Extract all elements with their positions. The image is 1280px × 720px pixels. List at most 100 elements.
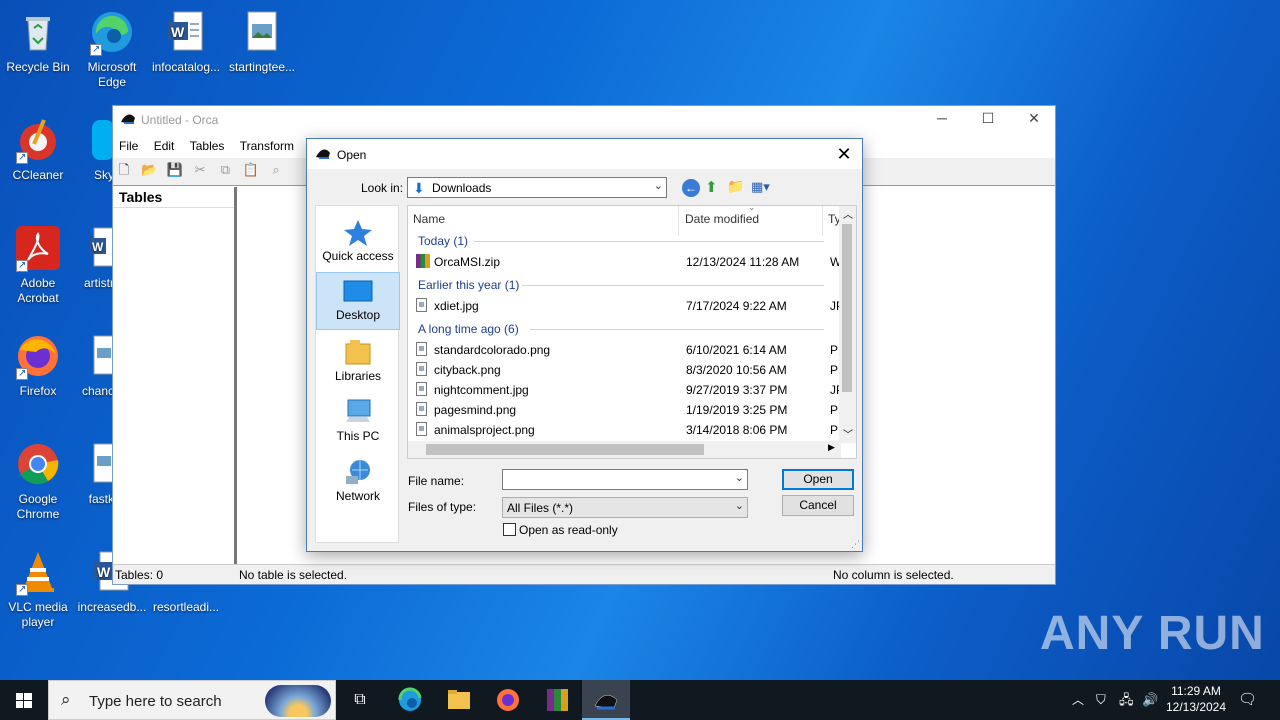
cancel-button[interactable]: Cancel [782,495,854,516]
scroll-right-icon[interactable]: ▶ [828,442,835,453]
open-folder-icon[interactable]: 📂 [138,162,160,184]
new-file-icon[interactable]: 🗋 [113,161,135,183]
desktop-icon-sky[interactable]: Sky [74,116,114,183]
scroll-up-icon[interactable]: ︿ [843,206,853,221]
desktop-icon-label: CCleaner [12,168,64,182]
group-header-long-time-ago[interactable]: A long time ago (6) [418,322,824,336]
taskbar-edge[interactable] [386,680,434,720]
desktop-icon-edge[interactable]: Microsoft Edge [74,8,150,90]
place-network[interactable]: Network [316,454,400,512]
new-folder-icon[interactable]: 📁 [727,178,744,195]
taskbar-firefox[interactable] [484,680,532,720]
find-icon[interactable]: ⌕ [265,162,287,184]
file-date: 7/17/2024 9:22 AM [686,299,787,313]
menu-file[interactable]: File [113,136,144,156]
network-icon[interactable]: 🖧 [1119,680,1134,720]
desktop-icon-infocatalog[interactable]: W infocatalog... [148,8,224,75]
resize-grip-icon[interactable]: ⋰ [851,539,860,550]
orca-window-title: Untitled - Orca [141,113,219,127]
desktop-icon-vlc[interactable]: VLC media player [0,548,76,630]
horizontal-scrollbar[interactable]: ▶ [408,441,841,458]
desktop-icon-label: Sky [93,168,114,182]
group-header-today[interactable]: Today (1) [418,234,824,248]
menu-transform[interactable]: Transform [234,136,300,156]
desktop-icon-label: Adobe Acrobat [17,276,59,305]
file-row[interactable]: OrcaMSI.zip 12/13/2024 11:28 AM W [414,252,841,272]
desktop-icon-recycle-bin[interactable]: Recycle Bin [0,8,76,75]
shortcut-arrow-icon [16,258,28,273]
file-row[interactable]: pagesmind.png 1/19/2019 3:25 PM PN [414,400,847,420]
vertical-scrollbar[interactable]: ︿ ﹀ [839,206,856,443]
desktop-icon-firefox[interactable]: Firefox [0,332,76,399]
group-header-earlier-this-year[interactable]: Earlier this year (1) [418,278,824,292]
volume-icon[interactable]: 🔊 [1142,680,1158,720]
file-list[interactable]: Name Date modified ⌄ Ty Today (1) OrcaMS… [407,205,857,459]
desktop-icon-chanc[interactable]: chanc [74,332,115,399]
view-menu-icon[interactable]: ▦▾ [751,179,770,195]
file-row[interactable]: standardcolorado.png 6/10/2021 6:14 AM P… [414,340,847,360]
place-libraries[interactable]: Libraries [316,334,400,392]
open-button[interactable]: Open [782,469,854,490]
start-button[interactable] [0,680,48,720]
read-only-checkbox[interactable] [503,523,516,536]
taskbar-orca[interactable] [582,680,630,720]
file-name-input[interactable]: ⌄ [502,469,748,490]
save-icon[interactable]: 💾 [164,162,186,184]
back-icon[interactable]: ← [682,179,700,197]
menu-edit[interactable]: Edit [148,136,181,156]
file-row[interactable]: animalsproject.png 3/14/2018 8:06 PM PN [414,420,847,440]
scroll-thumb[interactable] [842,224,852,392]
cut-icon[interactable]: ✂ [189,162,211,184]
chevron-down-icon: ⌄ [653,180,663,192]
look-in-dropdown[interactable]: ⬇ Downloads ⌄ [407,177,667,198]
read-only-label[interactable]: Open as read-only [519,523,618,537]
shortcut-arrow-icon [16,582,28,597]
place-desktop[interactable]: Desktop [316,272,400,330]
orca-titlebar[interactable]: Untitled - Orca ─ ☐ ✕ [113,106,1055,134]
files-of-type-dropdown[interactable]: All Files (*.*) ⌄ [502,497,748,518]
copy-icon[interactable]: ⧉ [214,162,236,184]
look-in-label: Look in: [361,181,404,195]
desktop-icon-label: Recycle Bin [6,60,70,74]
file-row[interactable]: xdiet.jpg 7/17/2024 9:22 AM JP [414,296,844,316]
taskbar-winrar[interactable] [533,680,581,720]
places-bar: Quick access Desktop Libraries This PC N… [315,205,400,543]
desktop-icon-fastk[interactable]: fastk [74,440,115,507]
place-this-pc[interactable]: This PC [316,394,400,452]
desktop-icon-ccleaner[interactable]: CCleaner [0,116,76,183]
place-quick-access[interactable]: Quick access [316,214,400,272]
desktop-icon-startingtee[interactable]: startingtee... [224,8,300,75]
orca-app-icon [120,112,136,126]
dialog-close-button[interactable]: ✕ [832,143,856,165]
scroll-down-icon[interactable]: ﹀ [843,426,853,441]
menu-tables[interactable]: Tables [184,136,231,156]
column-header-date[interactable]: Date modified [685,212,759,236]
file-date: 12/13/2024 11:28 AM [686,255,800,269]
svg-text:W: W [92,240,104,254]
up-folder-icon[interactable]: ⬆ [705,178,718,196]
desktop-icon-chrome[interactable]: Google Chrome [0,440,76,522]
column-header-name[interactable]: Name [413,212,445,236]
notifications-icon[interactable]: 🗨 [1238,680,1257,720]
show-hidden-icons-icon[interactable]: ︿ [1072,680,1084,720]
taskbar-search-box[interactable]: ⌕ Type here to search [48,680,336,720]
minimize-button[interactable]: ─ [927,110,957,130]
file-row[interactable]: nightcomment.jpg 9/27/2019 3:37 PM JP [414,380,844,400]
chevron-down-icon[interactable]: ⌄ [735,471,744,484]
maximize-button[interactable]: ☐ [973,110,1003,130]
desktop-icon-label: artistr [84,276,114,290]
task-view-button[interactable]: ⧉ [336,680,384,720]
taskbar-file-explorer[interactable] [435,680,483,720]
clock[interactable]: 11:29 AM 12/13/2024 [1164,680,1228,720]
file-row[interactable]: cityback.png 8/3/2020 10:56 AM PN [414,360,847,380]
scroll-thumb[interactable] [426,444,704,455]
paste-icon[interactable]: 📋 [240,162,262,184]
image-file-icon [416,342,427,356]
dialog-titlebar[interactable]: Open ✕ [307,139,862,169]
desktop-icon-acrobat[interactable]: Adobe Acrobat [0,224,76,306]
defender-icon[interactable]: ⛉ [1096,680,1106,720]
search-placeholder: Type here to search [89,693,222,710]
close-button[interactable]: ✕ [1019,110,1049,130]
desktop-icon-artistr[interactable]: W artistr [74,224,117,291]
tables-pane[interactable]: Tables [113,187,237,564]
